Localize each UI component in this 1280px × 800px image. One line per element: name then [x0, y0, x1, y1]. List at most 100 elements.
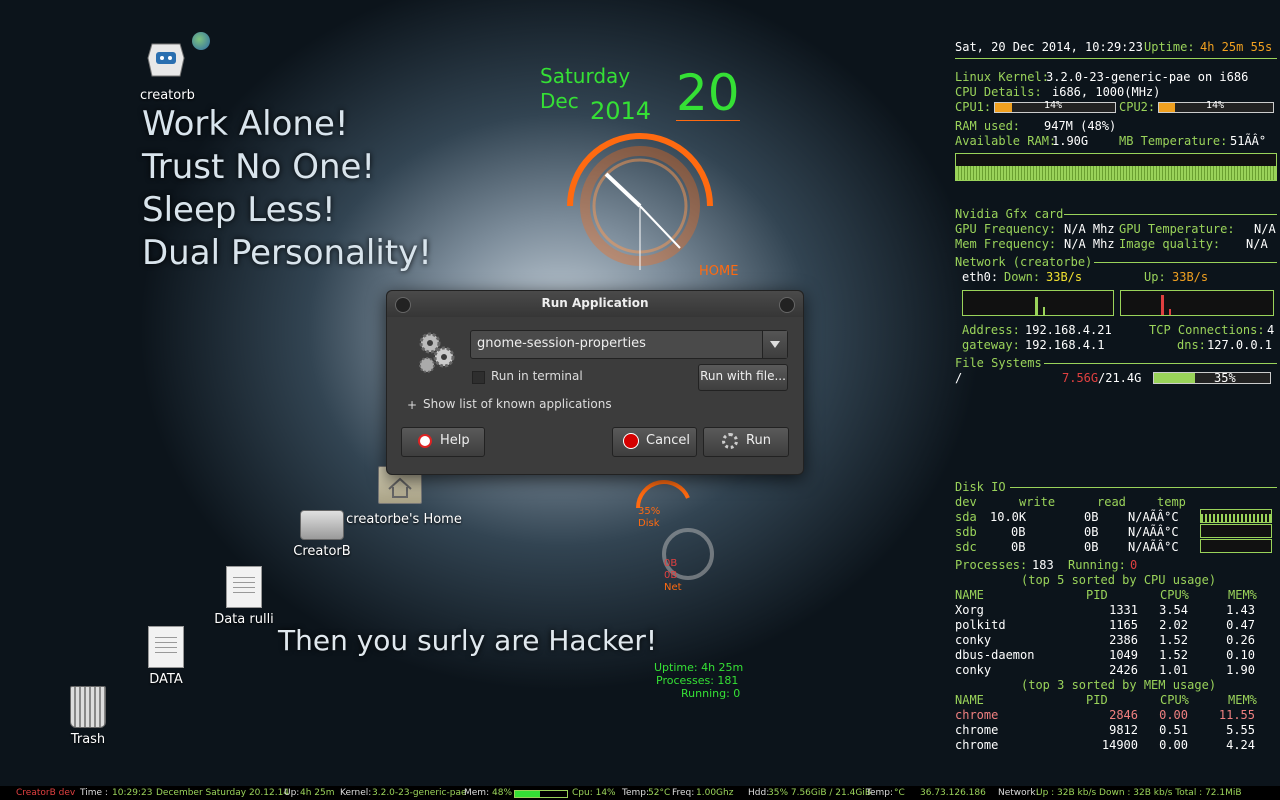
clock-date: 20 — [676, 64, 740, 122]
help-button[interactable]: Help — [401, 427, 485, 457]
dns-label: dns: — [1177, 338, 1206, 352]
conky-uptime-value: 4h 25m 55s — [1200, 40, 1273, 54]
analog-clock — [567, 133, 713, 270]
command-input[interactable]: gnome-session-properties — [477, 336, 646, 351]
status-hdd: 35% 7.56GiB / 21.4GiB — [768, 788, 871, 798]
down-label: Down: — [1004, 270, 1041, 284]
status-ip: 36.73.126.186 — [920, 788, 986, 798]
window-menu-button[interactable] — [395, 297, 411, 313]
desktop-icon-data-rulli[interactable]: Data rulli — [194, 566, 294, 627]
status-freq: 1.00Ghz — [696, 788, 734, 798]
diskio-write: 10.0K — [990, 510, 1027, 524]
diskio-temp: N/AÃÂ°C — [1128, 525, 1179, 539]
cpu2-pct: 14% — [1206, 100, 1225, 111]
combobox-dropdown-button[interactable] — [762, 331, 787, 358]
cancel-button[interactable]: Cancel — [612, 427, 697, 457]
globe-icon — [192, 32, 210, 50]
eth-label: eth0: — [962, 270, 999, 284]
mem-freq-value: N/A Mhz — [1064, 237, 1115, 251]
run-button[interactable]: Run — [703, 427, 789, 457]
network-title: Network (creatorbe) — [955, 255, 1093, 269]
bottom-status-bar: CreatorB dev Time : 10:29:23 December Sa… — [0, 786, 1280, 800]
window-close-button[interactable] — [779, 297, 795, 313]
stop-icon — [623, 433, 639, 449]
net-label: Net — [664, 582, 682, 593]
gpu-temp-label: GPU Temperature: — [1119, 222, 1235, 236]
process-cell-mem: 0.26 — [1226, 633, 1255, 647]
desktop-icon-creatorb-drive[interactable]: CreatorB — [272, 510, 372, 559]
fs-mount: / — [955, 371, 963, 385]
status-hdd-label: Hdd: — [748, 788, 770, 798]
process-cell-cpu: 0.00 — [1159, 738, 1188, 752]
process-cell-cpu: 0.00 — [1159, 708, 1188, 722]
process-cell-mem: 4.24 — [1226, 738, 1255, 752]
net-down: 0B — [664, 558, 678, 569]
disk-pct: 35% — [638, 506, 661, 517]
upload-graph — [1120, 290, 1274, 316]
tcp-value: 4 — [1267, 323, 1275, 337]
tcp-label: TCP Connections: — [1149, 323, 1265, 337]
up-value: 33B/s — [1172, 270, 1209, 284]
ram-value: 947M (48%) — [1044, 119, 1117, 133]
show-known-apps-expander[interactable]: Show list of known applications — [423, 397, 612, 411]
process-cell-pid: 9812 — [1109, 723, 1138, 737]
status-mem-label: Mem: — [464, 788, 490, 798]
cpu-details-label: CPU Details: — [955, 85, 1042, 99]
cpu1-label: CPU1: — [955, 100, 992, 114]
status-temp2-label: Temp: — [866, 788, 894, 798]
avail-ram-value: 1.90G — [1052, 134, 1089, 148]
tagline: Then you surly are Hacker! — [278, 624, 658, 657]
processes-label: Processes: — [955, 558, 1028, 572]
mem-top-title: (top 3 sorted by MEM usage) — [1021, 678, 1217, 692]
process-cell-pid: 1049 — [1109, 648, 1138, 662]
desktop-icon-label: DATA — [149, 672, 183, 687]
mb-temp-label: MB Temperature: — [1119, 134, 1228, 148]
download-graph — [962, 290, 1114, 316]
chevron-down-icon — [770, 341, 780, 348]
expander-plus-icon[interactable]: + — [407, 398, 417, 412]
cpu-top-title: (top 5 sorted by CPU usage) — [1021, 573, 1217, 587]
process-header-pid: PID — [1086, 588, 1108, 602]
diskio-temp: N/AÃÂ°C — [1128, 510, 1179, 524]
desktop-icon-creatorb[interactable]: creatorb — [116, 32, 216, 103]
status-network: Up : 32B kb/s Down : 32B kb/s Total : 72… — [1036, 788, 1242, 798]
clock-year: 2014 — [590, 97, 652, 125]
fs-title: File Systems — [955, 356, 1042, 370]
processes-value: 183 — [1032, 558, 1054, 572]
desktop-icon-data[interactable]: DATA — [116, 626, 216, 687]
run-in-terminal-checkbox[interactable] — [472, 371, 485, 384]
status-kernel-label: Kernel: — [340, 788, 372, 798]
run-with-file-button[interactable]: Run with file... — [698, 364, 788, 391]
run-in-terminal-label[interactable]: Run in terminal — [491, 369, 583, 383]
command-combobox[interactable]: gnome-session-properties — [470, 330, 788, 359]
process-cell-name: polkitd — [955, 618, 1006, 632]
diskio-dev: sda — [955, 510, 977, 524]
image-quality-label: Image quality: — [1119, 237, 1221, 251]
run-application-dialog: Run Application gnome-session-properties… — [386, 290, 804, 475]
trash-icon — [70, 686, 106, 728]
diskio-write: 0B — [1011, 540, 1026, 554]
process-cell-pid: 2426 — [1109, 663, 1138, 677]
cpu1-pct: 14% — [1044, 100, 1063, 111]
process-cell-name: dbus-daemon — [955, 648, 1035, 662]
desktop-icon-trash[interactable]: Trash — [38, 686, 138, 747]
status-cpu: Cpu: 14% — [572, 788, 616, 798]
diskio-title: Disk IO — [955, 480, 1006, 494]
process-cell-cpu: 3.54 — [1159, 603, 1188, 617]
process-cell-name: chrome — [955, 738, 999, 752]
fs-total: /21.4G — [1098, 371, 1142, 385]
slogan-line: Sleep Less! — [142, 190, 336, 230]
process-cell-cpu: 1.52 — [1159, 633, 1188, 647]
process-cell-pid: 1331 — [1109, 603, 1138, 617]
status-date: December Saturday 20.12.14 — [156, 788, 290, 798]
diskio-read: 0B — [1084, 540, 1099, 554]
sdc-graph — [1200, 539, 1272, 553]
home-label: HOME — [699, 264, 739, 279]
gpu-temp-value: N/A — [1254, 222, 1276, 236]
process-header-name: NAME — [955, 588, 984, 602]
status-up-label: Up: — [284, 788, 300, 798]
process-cell-mem: 11.55 — [1218, 708, 1255, 722]
process-cell-name: conky — [955, 633, 992, 647]
process-cell-cpu: 2.02 — [1159, 618, 1188, 632]
clock-processes: Processes: 181 — [656, 674, 739, 687]
